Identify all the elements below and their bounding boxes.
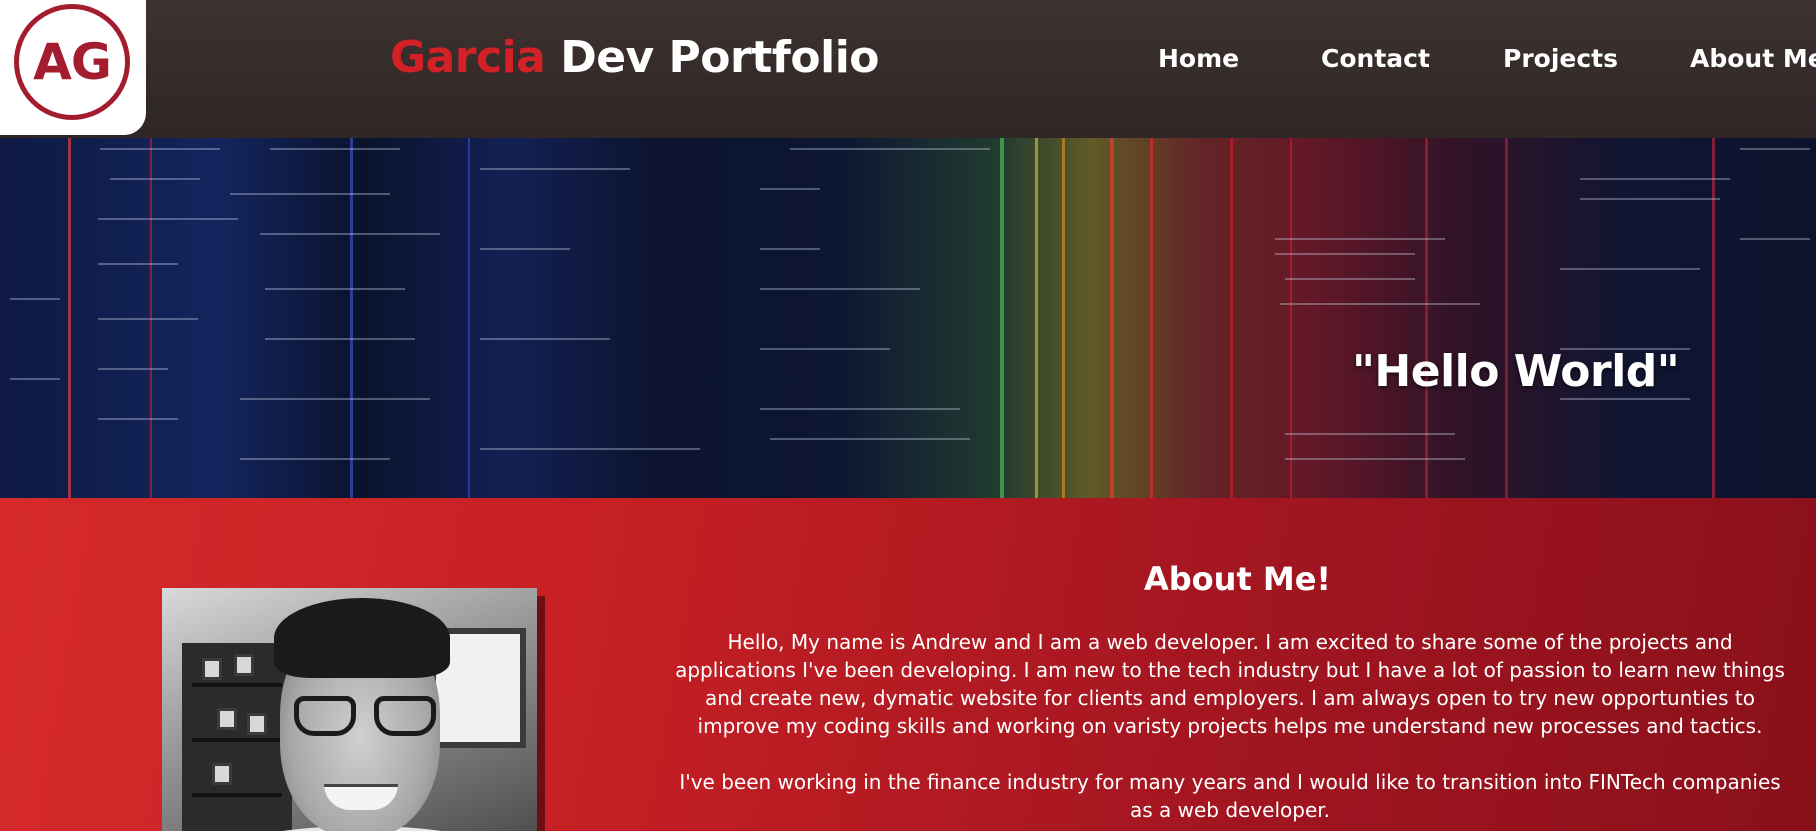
- logo[interactable]: AG: [0, 0, 146, 135]
- about-text: Hello, My name is Andrew and I am a web …: [670, 628, 1790, 831]
- site-header: AG Garcia Dev Portfolio Home Contact Pro…: [0, 0, 1816, 138]
- about-title: About Me!: [1144, 560, 1332, 598]
- photo-frame: [234, 654, 254, 676]
- about-section: About Me! Hello, My name is Andrew and I…: [0, 498, 1816, 831]
- profile-photo: [162, 588, 537, 831]
- nav-contact[interactable]: Contact: [1321, 44, 1430, 73]
- photo-frame: [202, 658, 222, 680]
- photo-frame: [212, 763, 232, 785]
- site-title-rest: Dev Portfolio: [545, 32, 880, 83]
- photo-frame: [247, 713, 267, 735]
- photo-glasses-left: [294, 696, 356, 736]
- site-title-accent: Garcia: [390, 32, 546, 83]
- nav-about-me[interactable]: About Me: [1690, 44, 1816, 73]
- hero-headline: "Hello World": [1352, 346, 1680, 397]
- photo-glasses-right: [374, 696, 436, 736]
- hero-banner: "Hello World": [0, 138, 1816, 498]
- photo-hair: [274, 598, 450, 678]
- about-paragraph: I've been working in the finance industr…: [679, 770, 1781, 822]
- about-paragraph: Hello, My name is Andrew and I am a web …: [675, 630, 1785, 738]
- site-title: Garcia Dev Portfolio: [390, 32, 880, 92]
- logo-text: AG: [33, 33, 112, 91]
- logo-ring: AG: [14, 4, 130, 120]
- photo-frame: [217, 708, 237, 730]
- nav-home[interactable]: Home: [1158, 44, 1239, 73]
- hero-code-lines: [0, 138, 1816, 498]
- nav-projects[interactable]: Projects: [1503, 44, 1618, 73]
